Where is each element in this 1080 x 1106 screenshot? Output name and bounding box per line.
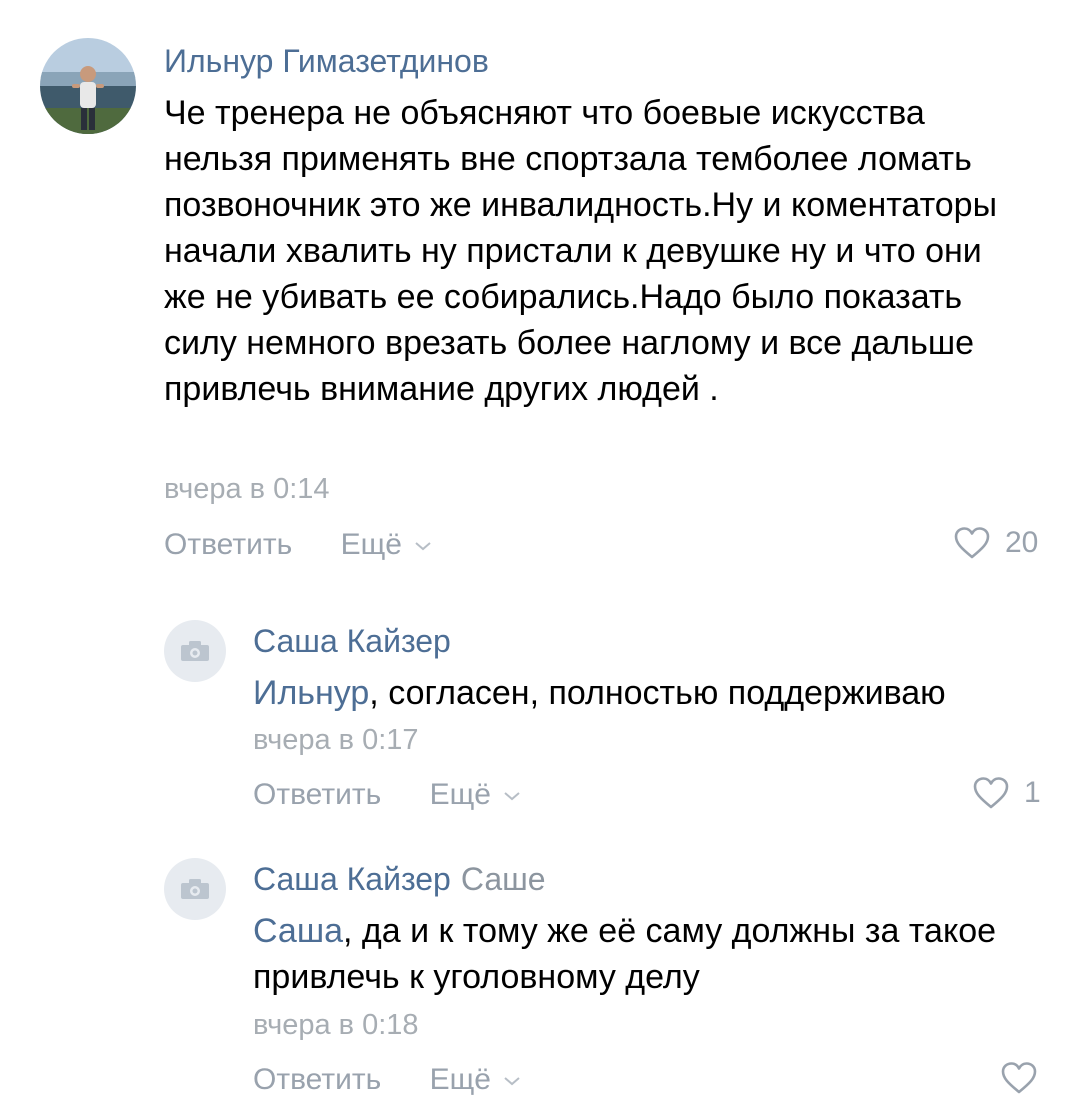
comment-actions: Ответить Ещё [253, 778, 521, 812]
author-line: Саша Кайзер [253, 622, 451, 660]
comment: Ильнур Гимазетдинов Че тренера не объясн… [0, 38, 1080, 578]
avatar[interactable] [164, 620, 226, 682]
avatar-photo [40, 38, 136, 134]
mention-link[interactable]: Саша [253, 912, 343, 950]
author-name[interactable]: Ильнур Гимазетдинов [164, 43, 489, 79]
comment-actions: Ответить Ещё [164, 528, 432, 562]
author-name[interactable]: Саша Кайзер [253, 861, 451, 897]
comment-text: Ильнур, согласен, полностью поддерживаю [253, 670, 1043, 716]
more-button[interactable]: Ещё [430, 778, 522, 812]
comment-body: , да и к тому же её саму должны за такое… [253, 912, 997, 996]
comment: Саша Кайзер Ильнур, согласен, полностью … [0, 620, 1080, 840]
like-count: 20 [1005, 526, 1039, 559]
heart-icon [954, 527, 990, 559]
author-name[interactable]: Саша Кайзер [253, 623, 451, 659]
more-label: Ещё [340, 528, 402, 561]
heart-icon [1001, 1062, 1037, 1094]
heart-icon [973, 777, 1009, 809]
like-button[interactable]: 20 [953, 526, 1038, 560]
chevron-down-icon [415, 542, 431, 551]
comment-text: Саша, да и к тому же её саму должны за т… [253, 908, 1013, 1000]
like-button[interactable]: 1 [972, 776, 1041, 810]
comment-time[interactable]: вчера в 0:14 [164, 472, 330, 506]
camera-icon [181, 879, 209, 899]
reply-to-name[interactable]: Саше [461, 861, 546, 897]
comment-body: Че тренера не объясняют что боевые искус… [164, 94, 998, 408]
reply-button[interactable]: Ответить [164, 528, 292, 562]
author-line: Саша Кайзер Саше [253, 860, 546, 898]
reply-button[interactable]: Ответить [253, 1063, 381, 1097]
comment-time[interactable]: вчера в 0:18 [253, 1008, 419, 1042]
comment-time[interactable]: вчера в 0:17 [253, 723, 419, 757]
mention-link[interactable]: Ильнур [253, 674, 369, 712]
avatar[interactable] [164, 858, 226, 920]
more-label: Ещё [429, 1063, 491, 1096]
like-count: 1 [1024, 776, 1041, 809]
more-button[interactable]: Ещё [430, 1063, 522, 1097]
chevron-down-icon [504, 1077, 520, 1086]
more-button[interactable]: Ещё [341, 528, 433, 562]
comment: Саша Кайзер Саше Саша, да и к тому же её … [0, 858, 1080, 1106]
like-button[interactable] [1000, 1061, 1052, 1095]
reply-button[interactable]: Ответить [253, 778, 381, 812]
avatar[interactable] [40, 38, 136, 134]
comment-body: , согласен, полностью поддерживаю [369, 674, 946, 712]
more-label: Ещё [429, 778, 491, 811]
chevron-down-icon [504, 792, 520, 801]
comment-text: Че тренера не объясняют что боевые искус… [164, 90, 1024, 412]
author-line: Ильнур Гимазетдинов [164, 42, 489, 80]
camera-icon [181, 641, 209, 661]
comment-actions: Ответить Ещё [253, 1063, 521, 1097]
